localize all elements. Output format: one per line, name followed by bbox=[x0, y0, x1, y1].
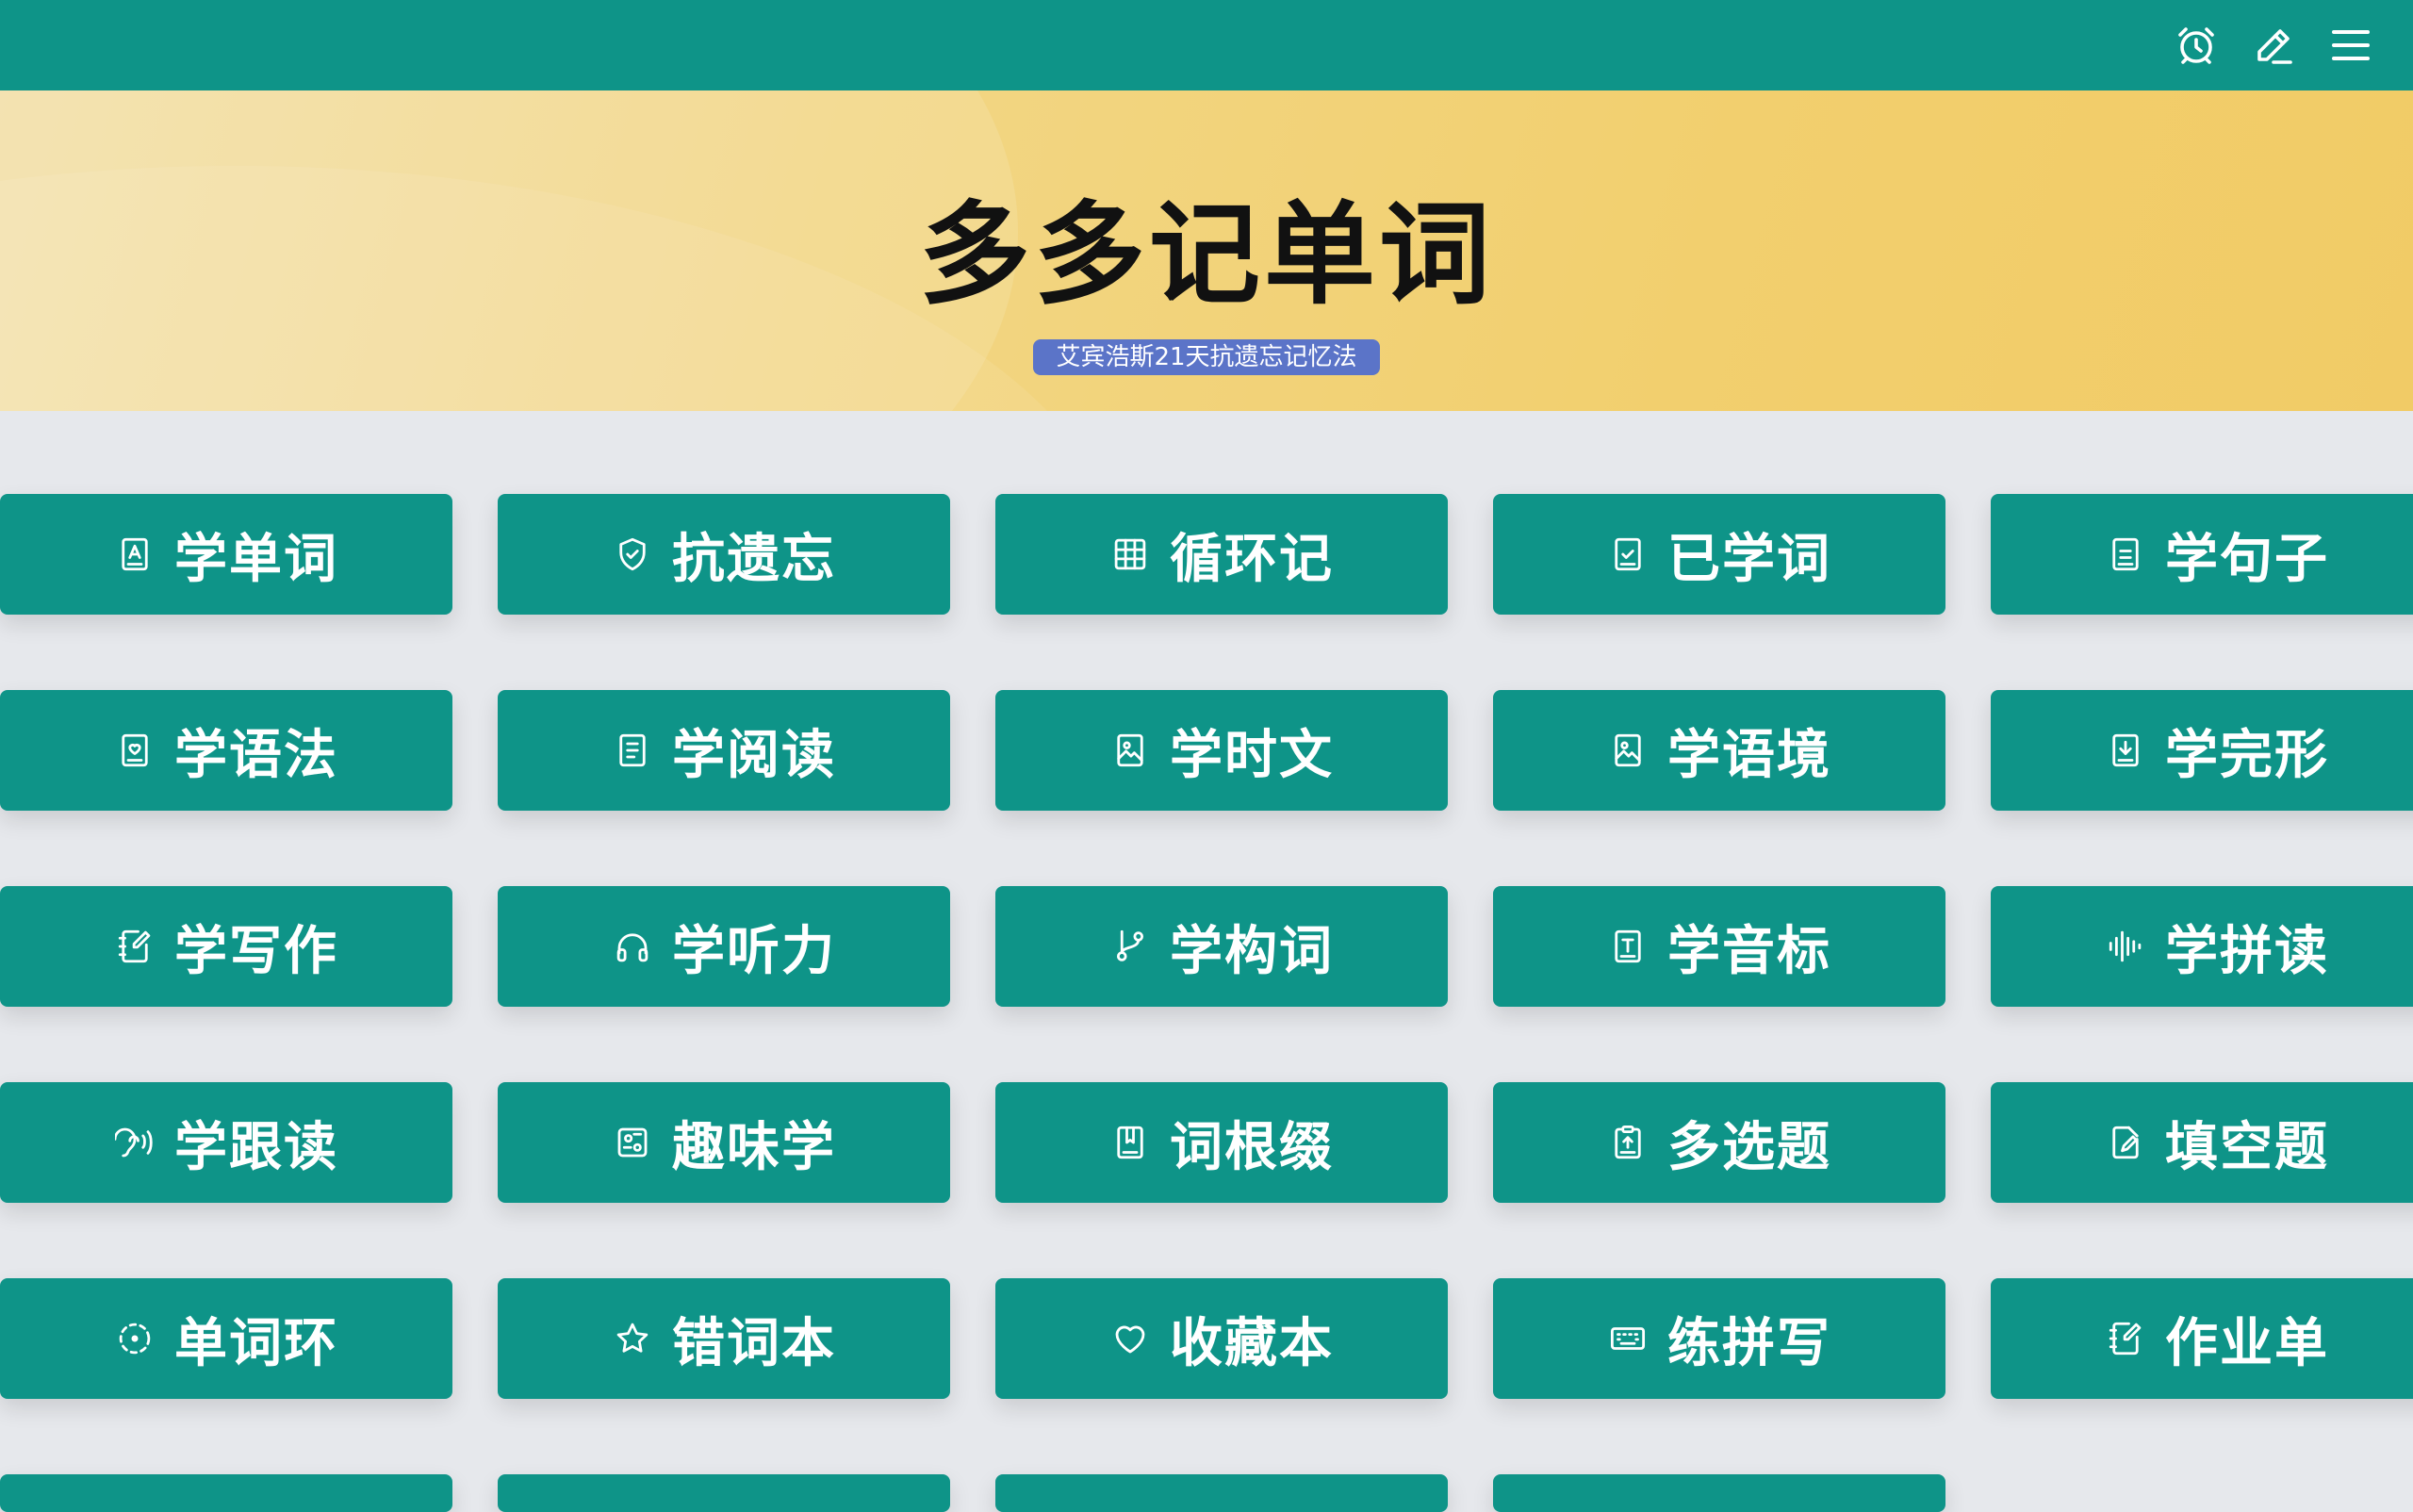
feature-tile[interactable]: 循环记 bbox=[995, 494, 1448, 615]
app-title: 多多记单词 bbox=[918, 189, 1494, 320]
feature-tile-partial[interactable] bbox=[0, 1474, 452, 1512]
ear-sound-icon bbox=[114, 1122, 156, 1163]
feature-tile-label: 填空题 bbox=[2165, 1116, 2329, 1178]
branch-icon bbox=[1109, 926, 1151, 967]
feature-tile[interactable]: 抗遗忘 bbox=[498, 494, 950, 615]
star-icon bbox=[612, 1318, 653, 1359]
feature-tile-label: 学完形 bbox=[2165, 724, 2329, 786]
feature-tile-label: 学听力 bbox=[672, 920, 836, 982]
notebook-pen-icon bbox=[2105, 1318, 2146, 1359]
feature-tile[interactable]: 多选题 bbox=[1493, 1082, 1945, 1203]
document-lines-icon bbox=[612, 730, 653, 771]
feature-tile[interactable]: 学阅读 bbox=[498, 690, 950, 811]
feature-grid: 学单词 抗遗忘 循环记 已学词 学句子 学语法 学阅读 学时文 学语境 学完形 学写作 学听力 学构词学… bbox=[0, 494, 2413, 1512]
feature-tile-label: 抗遗忘 bbox=[672, 528, 836, 590]
feature-tile-partial[interactable] bbox=[1493, 1474, 1945, 1512]
book-letter-icon bbox=[114, 534, 156, 575]
feature-tile[interactable]: 学时文 bbox=[995, 690, 1448, 811]
feature-tile[interactable]: 趣味学 bbox=[498, 1082, 950, 1203]
audio-wave-icon bbox=[2105, 926, 2146, 967]
hero-banner: 多多记单词 艾宾浩斯21天抗遗忘记忆法 bbox=[0, 90, 2413, 411]
feature-tile-label: 收藏本 bbox=[1170, 1312, 1334, 1374]
feature-tile[interactable]: 学单词 bbox=[0, 494, 452, 615]
feature-tile-partial[interactable] bbox=[995, 1474, 1448, 1512]
feature-tile-label: 学语法 bbox=[174, 724, 338, 786]
feature-tile-label: 学音标 bbox=[1667, 920, 1831, 982]
feature-tile-label: 学单词 bbox=[174, 528, 338, 590]
menu-icon[interactable] bbox=[2324, 19, 2377, 72]
feature-tile-label: 作业单 bbox=[2165, 1312, 2329, 1374]
feature-tile[interactable]: 单词环 bbox=[0, 1278, 452, 1399]
clipboard-upload-icon bbox=[1607, 1122, 1649, 1163]
feature-tile-label: 练拼写 bbox=[1667, 1312, 1831, 1374]
feature-tile[interactable]: 学拼读 bbox=[1991, 886, 2413, 1007]
feature-tile-label: 错词本 bbox=[672, 1312, 836, 1374]
headphones-icon bbox=[612, 926, 653, 967]
feature-tile[interactable]: 学跟读 bbox=[0, 1082, 452, 1203]
feature-tile[interactable]: 学语境 bbox=[1493, 690, 1945, 811]
top-app-bar bbox=[0, 0, 2413, 90]
feature-tile-label: 学句子 bbox=[2165, 528, 2329, 590]
feature-tile[interactable]: 作业单 bbox=[1991, 1278, 2413, 1399]
puzzle-board-icon bbox=[612, 1122, 653, 1163]
feature-tile[interactable]: 词根缀 bbox=[995, 1082, 1448, 1203]
feature-tile[interactable]: 学完形 bbox=[1991, 690, 2413, 811]
topbar-actions bbox=[2170, 19, 2377, 72]
feature-tile-label: 学写作 bbox=[174, 920, 338, 982]
feature-tile-label: 学语境 bbox=[1667, 724, 1831, 786]
grid-icon bbox=[1109, 534, 1151, 575]
feature-tile-label: 学时文 bbox=[1170, 724, 1334, 786]
heart-icon bbox=[1109, 1318, 1151, 1359]
feature-tile-label: 学拼读 bbox=[2165, 920, 2329, 982]
feature-tile[interactable]: 已学词 bbox=[1493, 494, 1945, 615]
book-heart-icon bbox=[114, 730, 156, 771]
alarm-clock-icon[interactable] bbox=[2170, 19, 2223, 72]
feature-tile[interactable]: 学听力 bbox=[498, 886, 950, 1007]
feature-tile[interactable]: 学音标 bbox=[1493, 886, 1945, 1007]
feature-tile[interactable]: 练拼写 bbox=[1493, 1278, 1945, 1399]
feature-tile[interactable]: 学构词 bbox=[995, 886, 1448, 1007]
book-bookmark-icon bbox=[1109, 1122, 1151, 1163]
notebook-pen-icon bbox=[114, 926, 156, 967]
feature-tile-label: 学跟读 bbox=[174, 1116, 338, 1178]
image-frame-icon bbox=[1109, 730, 1151, 771]
dashed-circle-icon bbox=[114, 1318, 156, 1359]
feature-tile[interactable]: 学写作 bbox=[0, 886, 452, 1007]
clipboard-check-icon bbox=[1607, 534, 1649, 575]
image-frame-icon bbox=[1607, 730, 1649, 771]
text-doc-icon bbox=[1607, 926, 1649, 967]
feature-tile-label: 学阅读 bbox=[672, 724, 836, 786]
feature-tile-label: 循环记 bbox=[1170, 528, 1334, 590]
method-badge: 艾宾浩斯21天抗遗忘记忆法 bbox=[1033, 339, 1380, 375]
feature-tile-label: 趣味学 bbox=[672, 1116, 836, 1178]
doc-edit-icon bbox=[2105, 1122, 2146, 1163]
book-lines-icon bbox=[2105, 534, 2146, 575]
keyboard-icon bbox=[1607, 1318, 1649, 1359]
pencil-icon[interactable] bbox=[2247, 19, 2300, 72]
feature-tile-partial[interactable] bbox=[498, 1474, 950, 1512]
feature-tile-label: 多选题 bbox=[1667, 1116, 1831, 1178]
feature-tile-label: 学构词 bbox=[1170, 920, 1334, 982]
feature-tile[interactable]: 学句子 bbox=[1991, 494, 2413, 615]
download-doc-icon bbox=[2105, 730, 2146, 771]
feature-tile[interactable]: 学语法 bbox=[0, 690, 452, 811]
feature-tile-label: 单词环 bbox=[174, 1312, 338, 1374]
feature-tile-label: 已学词 bbox=[1667, 528, 1831, 590]
shield-check-icon bbox=[612, 534, 653, 575]
feature-tile-label: 词根缀 bbox=[1170, 1116, 1334, 1178]
feature-tile[interactable]: 收藏本 bbox=[995, 1278, 1448, 1399]
feature-tile[interactable]: 填空题 bbox=[1991, 1082, 2413, 1203]
feature-tile[interactable]: 错词本 bbox=[498, 1278, 950, 1399]
